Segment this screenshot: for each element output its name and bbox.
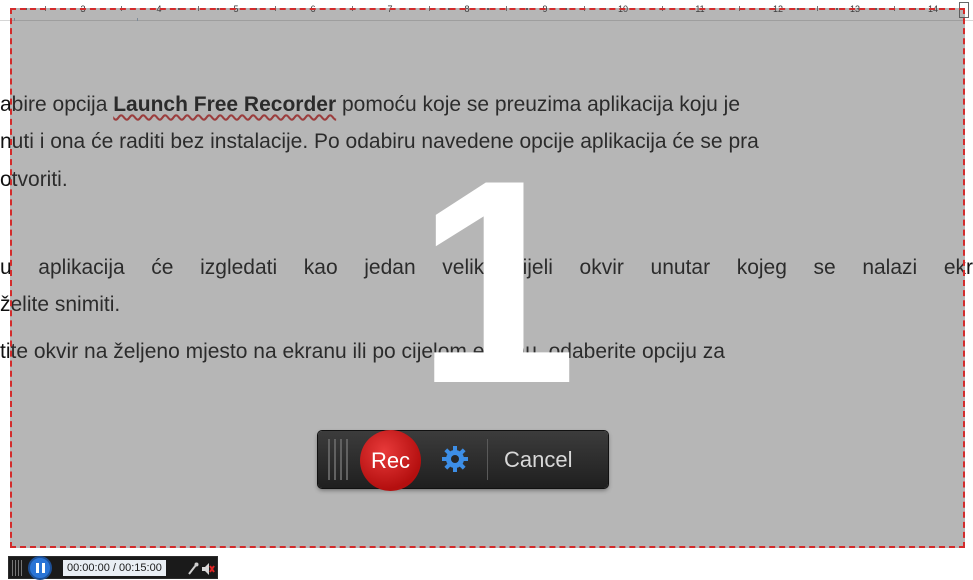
microphone-icon[interactable] [187, 561, 199, 575]
recording-timer: 00:00:00 / 00:15:00 [63, 560, 166, 576]
drag-handle-icon[interactable] [12, 560, 26, 576]
speaker-muted-icon[interactable] [201, 561, 215, 575]
gear-icon[interactable] [440, 444, 470, 474]
drag-handle-icon[interactable] [328, 439, 356, 480]
countdown-number: 1 [416, 120, 578, 444]
recording-status-bar[interactable]: 00:00:00 / 00:15:00 [8, 556, 218, 580]
recorder-toolbar[interactable]: Rec Cancel [318, 430, 608, 491]
cancel-button[interactable]: Cancel [504, 431, 572, 488]
toolbar-divider [487, 439, 488, 480]
pause-icon[interactable] [28, 556, 52, 580]
record-button[interactable]: Rec [360, 430, 421, 491]
